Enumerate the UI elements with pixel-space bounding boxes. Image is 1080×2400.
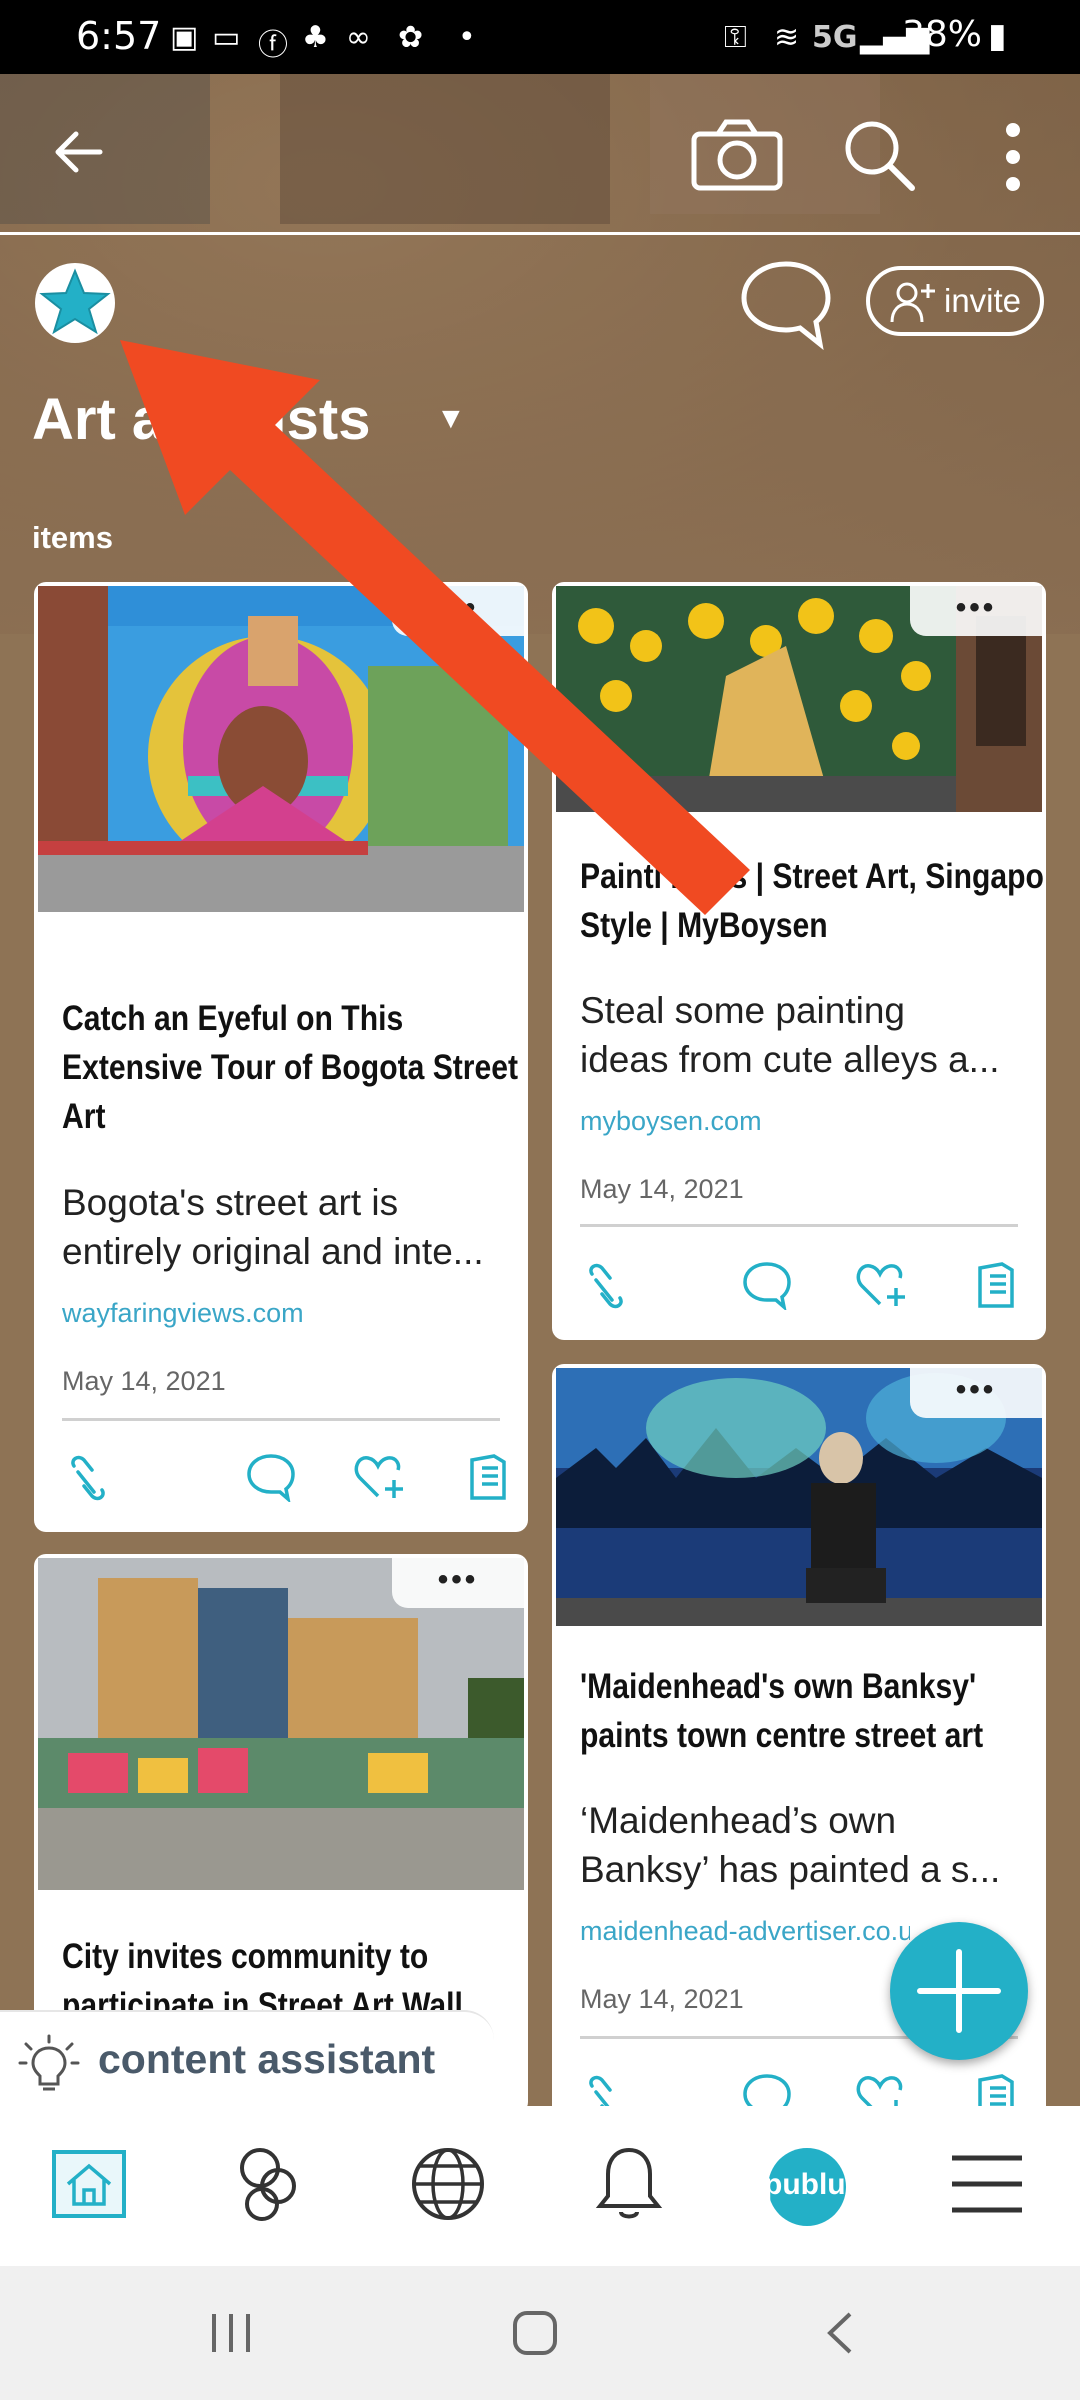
message-notification-icon: ▣ <box>170 20 199 55</box>
card-source-link[interactable]: wayfaringviews.com <box>62 1298 304 1329</box>
card-date: May 14, 2021 <box>62 1366 226 1396</box>
camera-icon[interactable] <box>690 118 784 192</box>
card-title[interactable]: 'Maidenhead's own Banksy' paints town ce… <box>580 1662 1046 1760</box>
card-more-button[interactable]: ••• <box>392 1558 524 1608</box>
comment-icon[interactable] <box>742 1260 792 1310</box>
hamburger-menu-icon[interactable] <box>950 2154 1024 2214</box>
system-navigation-bar <box>0 2266 1080 2400</box>
card-description: ‘Maidenhead’s own Banksy’ has painted a … <box>580 1796 1022 1894</box>
card-source-link[interactable]: maidenhead-advertiser.co.u <box>580 1916 910 1947</box>
circles-nav-icon[interactable] <box>236 2146 300 2222</box>
add-person-icon <box>890 282 935 323</box>
wifi-calling-icon: ≋ <box>774 20 800 55</box>
like-add-icon[interactable] <box>856 1260 908 1310</box>
like-add-icon[interactable] <box>354 1452 406 1502</box>
cover-decoration <box>280 74 610 224</box>
card-more-button[interactable]: ••• <box>910 1368 1042 1418</box>
chat-bubble-icon[interactable] <box>740 258 832 350</box>
battery-icon: ▮ <box>988 16 1007 56</box>
facebook-notification-icon: ⓕ <box>258 28 288 63</box>
back-system-icon[interactable] <box>822 2310 858 2356</box>
header-divider <box>0 232 1080 235</box>
card-divider <box>580 1224 1018 1227</box>
annotation-arrow <box>120 340 750 915</box>
voicemail-notification-icon: ∞ <box>346 20 371 55</box>
status-bar: 6:57 ▣ ▭ ⓕ ♣ ∞ ✿ • ⚿ ≋ 5G ▂▄▆ 38% ▮ <box>0 0 1080 74</box>
recent-apps-icon[interactable] <box>208 2310 254 2356</box>
card-source-link[interactable]: myboysen.com <box>580 1106 762 1137</box>
home-nav-icon[interactable] <box>52 2150 126 2218</box>
link-icon[interactable] <box>68 1452 108 1504</box>
profile-avatar[interactable]: publup <box>764 2148 850 2226</box>
home-system-icon[interactable] <box>510 2308 560 2358</box>
card-more-button[interactable]: ••• <box>910 586 1042 636</box>
more-notifications-dot-icon: • <box>458 20 476 55</box>
invite-button[interactable]: invite <box>866 266 1044 336</box>
card-description-line: entirely original and inte... <box>62 1231 484 1272</box>
card-description: Steal some painting ideas from cute alle… <box>580 986 1022 1084</box>
save-to-board-icon[interactable] <box>468 1452 508 1502</box>
card-description-line: ideas from cute alleys a... <box>580 1039 1000 1080</box>
status-time: 6:57 <box>76 14 162 58</box>
back-arrow-icon[interactable] <box>50 124 106 180</box>
card-description-line: Steal some painting <box>580 990 905 1031</box>
card-date: May 14, 2021 <box>580 1984 744 2014</box>
invite-label: invite <box>944 282 1022 319</box>
media-notification-icon: ▭ <box>212 20 241 55</box>
plus-icon <box>917 1949 1001 2033</box>
comment-icon[interactable] <box>246 1452 296 1502</box>
network-type: 5G <box>812 20 858 55</box>
card-description-line: ‘Maidenhead’s own <box>580 1800 897 1841</box>
content-assistant-label: content assistant <box>98 2036 436 2082</box>
section-label: items <box>32 520 113 555</box>
bottom-navigation: publup <box>0 2106 1080 2266</box>
card-description-line: Bogota's street art is <box>62 1182 399 1223</box>
card-divider <box>62 1418 500 1421</box>
vpn-key-icon: ⚿ <box>724 20 747 55</box>
lightbulb-icon <box>18 2034 80 2091</box>
card-description: Bogota's street art is entirely original… <box>62 1178 504 1276</box>
battery-percent: 38% <box>902 14 983 55</box>
search-icon[interactable] <box>842 118 916 192</box>
card-date: May 14, 2021 <box>580 1174 744 1204</box>
notifications-bell-icon[interactable] <box>594 2144 664 2224</box>
card-actions <box>62 1448 506 1508</box>
app-notification-icon: ♣ <box>302 20 329 55</box>
profile-badge-text: publup <box>764 2168 850 2201</box>
add-item-fab[interactable] <box>890 1922 1028 2060</box>
favorite-star-button[interactable] <box>32 260 118 346</box>
card-title[interactable]: Catch an Eyeful on This Extensive Tour o… <box>62 994 528 1141</box>
app2-notification-icon: ✿ <box>398 20 424 55</box>
globe-nav-icon[interactable] <box>410 2146 486 2222</box>
link-icon[interactable] <box>586 1260 626 1312</box>
card-actions <box>580 1256 1018 1316</box>
card-description-line: Banksy’ has painted a s... <box>580 1849 1001 1890</box>
overflow-menu-icon[interactable] <box>998 122 1028 192</box>
save-to-board-icon[interactable] <box>976 1260 1016 1310</box>
content-assistant-button[interactable]: content assistant <box>0 2010 494 2112</box>
